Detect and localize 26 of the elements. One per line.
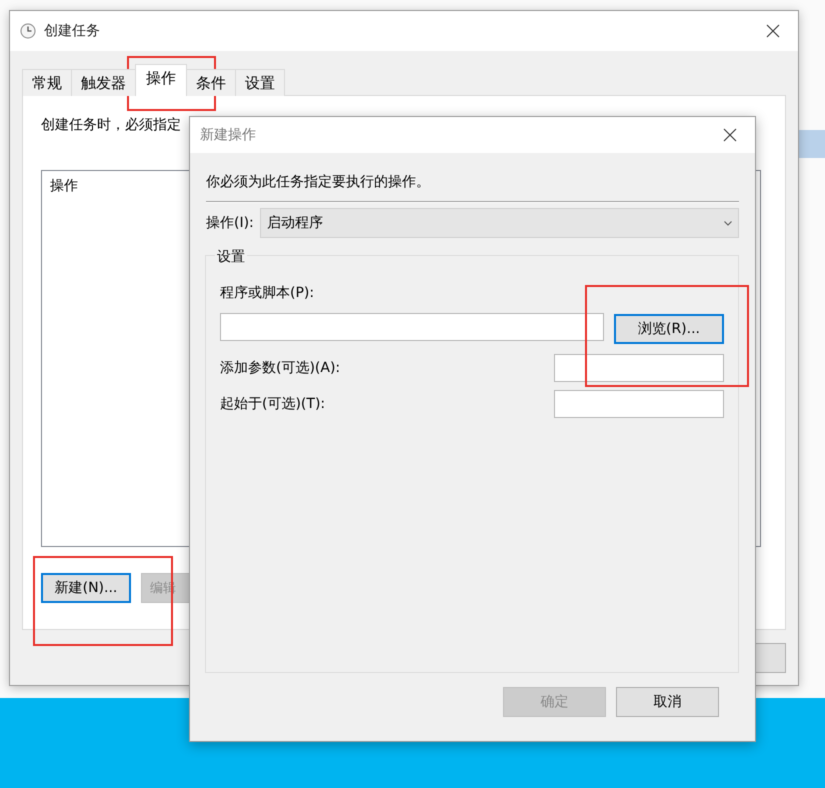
column-header: 操作 <box>50 178 78 194</box>
group-title: 设置 <box>215 248 247 266</box>
arguments-field[interactable] <box>554 354 724 382</box>
start-in-field[interactable] <box>554 390 724 418</box>
dialog-title: 新建操作 <box>200 126 257 144</box>
dialog-instruction: 你必须为此任务指定要执行的操作。 <box>206 173 431 191</box>
cancel-button[interactable]: 取消 <box>616 687 719 717</box>
chevron-down-icon <box>724 220 732 226</box>
close-icon[interactable] <box>766 24 780 38</box>
tab[interactable]: 触发器 <box>71 69 136 96</box>
tab[interactable]: 条件 <box>186 69 236 96</box>
tab[interactable]: 操作 <box>135 64 187 96</box>
program-label: 程序或脚本(P): <box>220 285 314 301</box>
tab[interactable]: 设置 <box>235 69 285 96</box>
close-icon[interactable] <box>723 128 737 142</box>
new-button[interactable]: 新建(N)... <box>41 573 131 603</box>
program-field[interactable] <box>220 313 604 341</box>
clock-icon <box>20 23 36 39</box>
start-in-label: 起始于(可选)(T): <box>220 395 326 413</box>
selected-row <box>798 130 825 158</box>
action-dropdown[interactable]: 启动程序 <box>260 208 739 238</box>
action-label: 操作(I): <box>206 214 254 232</box>
arguments-label: 添加参数(可选)(A): <box>220 359 340 377</box>
tab[interactable]: 常规 <box>22 69 72 96</box>
browse-button[interactable]: 浏览(R)... <box>614 314 724 344</box>
window-title: 创建任务 <box>44 22 101 40</box>
